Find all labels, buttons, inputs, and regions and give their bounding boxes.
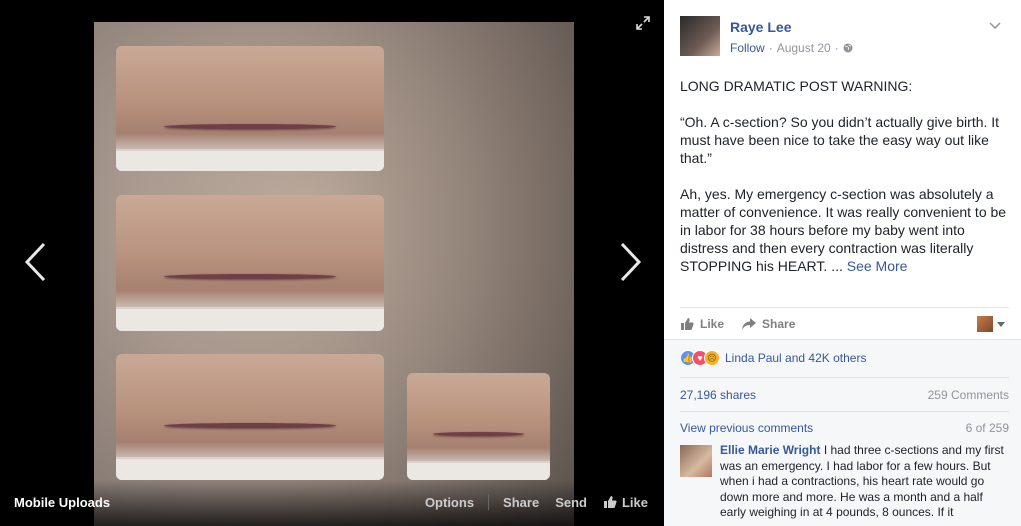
meta-separator: · [834,41,839,55]
author-name[interactable]: Raye Lee [730,19,791,35]
see-more-link[interactable]: See More [847,258,908,274]
comments-count[interactable]: 259 Comments [928,388,1009,402]
viewer-actions: Options Share Send Like [425,494,648,510]
divider [680,377,1009,378]
commenter-name[interactable]: Ellie Marie Wright [720,443,820,457]
post-sidebar: Raye Lee Follow · August 20 · LONG DRAMA… [664,0,1021,526]
like-button[interactable]: Like [680,317,724,331]
send-button[interactable]: Send [555,495,587,510]
shares-count[interactable]: 27,196 shares [680,388,756,402]
avatar[interactable] [680,445,712,477]
post-action-bar: Like Share [680,307,1009,339]
post-paragraph: Ah, yes. My emergency c-section was abso… [680,185,1012,275]
thumbs-up-icon [681,317,694,330]
photo-tile [407,373,550,480]
post-body: LONG DRAMATIC POST WARNING: “Oh. A c-sec… [680,77,1012,293]
post-meta: Follow · August 20 · [730,41,853,55]
photo-tile [116,354,384,480]
reactions-summary[interactable]: 👍 ♥ ☹ Linda Paul and 42K others [680,350,866,366]
thumbs-up-icon [603,496,617,508]
previous-photo-arrow-icon[interactable] [24,242,46,282]
post-header: Raye Lee Follow · August 20 · [680,16,1009,60]
post-paragraph-text: Ah, yes. My emergency c-section was abso… [680,186,1007,274]
like-label: Like [700,316,725,331]
like-label: Like [621,494,648,510]
social-section: 👍 ♥ ☹ Linda Paul and 42K others 27,196 s… [664,339,1021,526]
reactors-link[interactable]: Linda Paul and 42K others [725,351,866,365]
follow-link[interactable]: Follow [730,41,765,55]
photo-tile [116,46,384,171]
divider [680,411,1009,412]
post-date[interactable]: August 20 [777,41,831,55]
share-button[interactable]: Share [742,317,795,331]
meta-separator: · [768,41,773,55]
expand-icon[interactable] [636,16,650,30]
post-paragraph: “Oh. A c-section? So you didn’t actually… [680,114,1000,166]
reaction-selector[interactable] [977,316,1005,332]
view-previous-comments-link[interactable]: View previous comments [680,421,813,435]
viewer-footer: Mobile Uploads Options Share Send Like [0,480,664,526]
share-arrow-icon [742,317,757,330]
caret-down-icon [997,321,1005,327]
photo-viewer: Mobile Uploads Options Share Send Like [0,0,664,526]
album-name[interactable]: Mobile Uploads [14,495,110,510]
chevron-down-icon[interactable] [989,22,1001,30]
options-button[interactable]: Options [425,495,474,510]
like-button[interactable]: Like [603,495,648,510]
share-button[interactable]: Share [503,495,539,510]
post-paragraph: LONG DRAMATIC POST WARNING: [680,78,913,94]
share-label: Share [762,316,796,331]
sad-reaction-icon: ☹ [704,350,720,366]
avatar [977,316,993,332]
photo-tile [116,195,384,331]
divider [488,494,490,510]
next-photo-arrow-icon[interactable] [620,242,642,282]
comment-page-count: 6 of 259 [965,421,1009,435]
globe-icon [843,43,853,53]
comment-body: Ellie Marie Wright I had three c-section… [720,443,1012,521]
avatar[interactable] [680,16,720,56]
